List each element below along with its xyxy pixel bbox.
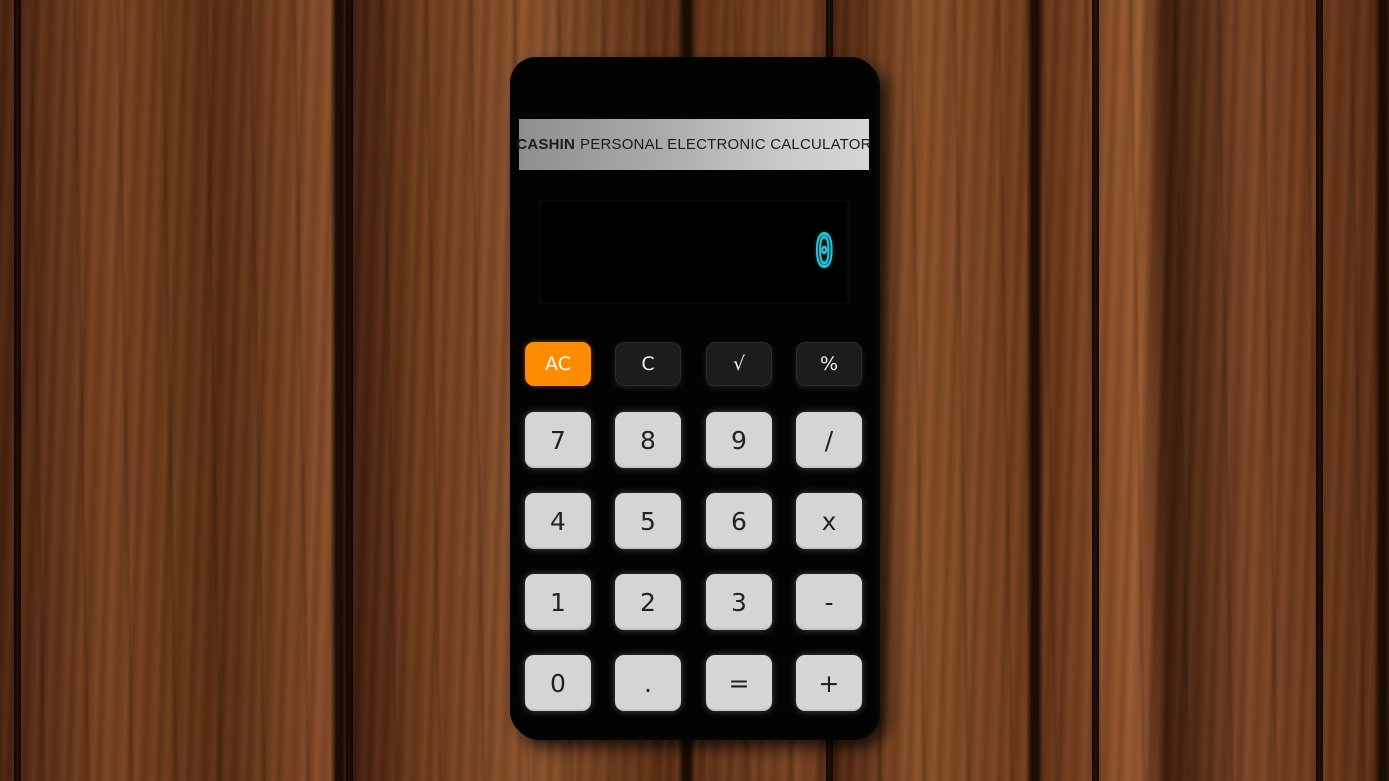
divide-button[interactable]: / — [796, 412, 862, 468]
percent-button[interactable]: % — [796, 342, 862, 386]
brand-name: CASHIN — [516, 136, 576, 153]
digit-3-button[interactable]: 3 — [706, 574, 772, 630]
wood-plank-gap — [346, 0, 353, 781]
wood-plank-gap — [1316, 0, 1323, 781]
wood-plank-gap — [1092, 0, 1099, 781]
add-button[interactable]: + — [796, 655, 862, 711]
display-value: 0 — [813, 226, 834, 277]
brand-tagline: PERSONAL ELECTRONIC CALCULATOR — [580, 136, 872, 153]
digit-5-button[interactable]: 5 — [615, 493, 681, 549]
square-root-button[interactable]: √ — [706, 342, 772, 386]
multiply-button[interactable]: x — [796, 493, 862, 549]
digit-1-button[interactable]: 1 — [525, 574, 591, 630]
clear-button[interactable]: C — [615, 342, 681, 386]
digit-6-button[interactable]: 6 — [706, 493, 772, 549]
digit-8-button[interactable]: 8 — [615, 412, 681, 468]
all-clear-button[interactable]: AC — [525, 342, 591, 386]
equals-button[interactable]: = — [706, 655, 772, 711]
decimal-point-button[interactable]: . — [615, 655, 681, 711]
digit-0-button[interactable]: 0 — [525, 655, 591, 711]
digit-9-button[interactable]: 9 — [706, 412, 772, 468]
digit-2-button[interactable]: 2 — [615, 574, 681, 630]
digit-7-button[interactable]: 7 — [525, 412, 591, 468]
wood-plank-gap — [14, 0, 21, 781]
digit-4-button[interactable]: 4 — [525, 493, 591, 549]
brand-strip: CASHIN PERSONAL ELECTRONIC CALCULATOR — [516, 119, 872, 170]
calculator-body: CASHIN PERSONAL ELECTRONIC CALCULATOR 0 … — [510, 57, 877, 737]
subtract-button[interactable]: - — [796, 574, 862, 630]
display-screen: 0 — [539, 200, 849, 304]
